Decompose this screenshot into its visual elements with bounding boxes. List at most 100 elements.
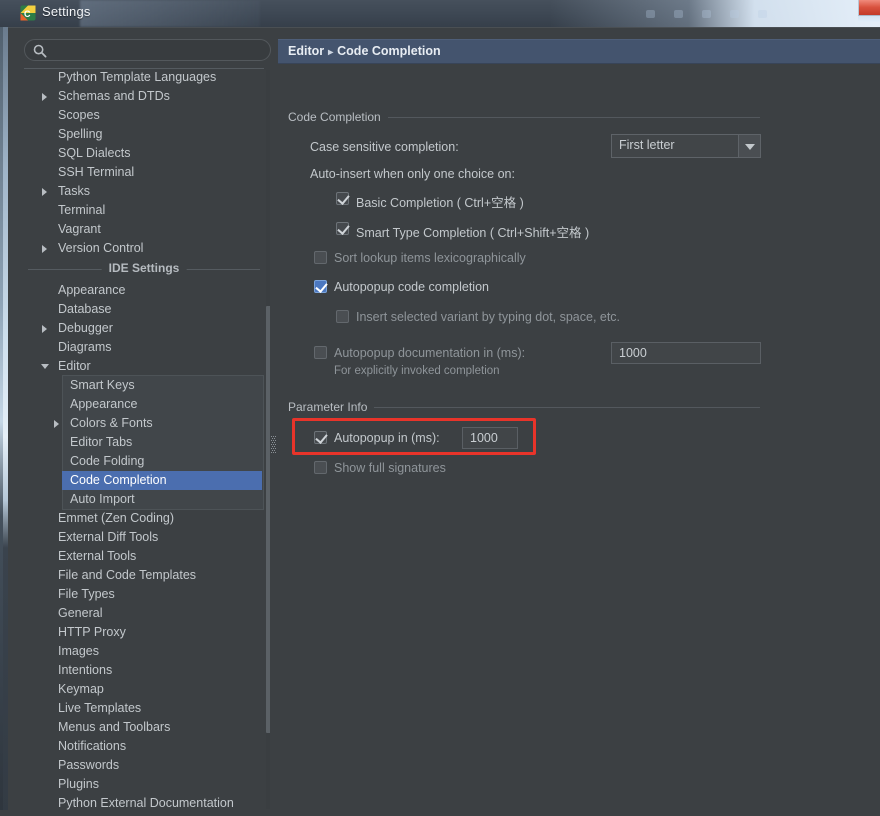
sidebar-item[interactable]: Schemas and DTDs bbox=[24, 87, 264, 106]
sidebar-item-label: Database bbox=[58, 302, 112, 316]
sidebar-item-label: External Diff Tools bbox=[58, 530, 159, 544]
sidebar-item-label: Spelling bbox=[58, 127, 103, 141]
desktop-edge-highlight bbox=[0, 27, 3, 816]
sidebar-item[interactable]: Debugger bbox=[24, 319, 264, 338]
chevron-right-icon[interactable] bbox=[42, 245, 47, 253]
sidebar-item[interactable]: Auto Import bbox=[62, 490, 262, 509]
sidebar-item[interactable]: Code Folding bbox=[62, 452, 262, 471]
sidebar-item-label: Colors & Fonts bbox=[70, 416, 153, 430]
sidebar-item-label: Smart Keys bbox=[70, 378, 135, 392]
sidebar-item-label: Menus and Toolbars bbox=[58, 720, 171, 734]
sidebar-item[interactable]: Version Control bbox=[24, 239, 264, 258]
breadcrumb-parent[interactable]: Editor bbox=[288, 44, 324, 58]
sidebar-item[interactable]: Live Templates bbox=[24, 699, 264, 718]
chevron-right-icon[interactable] bbox=[54, 420, 59, 428]
autopopup-documentation-checkbox[interactable] bbox=[314, 346, 327, 359]
sidebar-item-label: Intentions bbox=[58, 663, 113, 677]
autopopup-code-completion-label: Autopopup code completion bbox=[334, 280, 489, 294]
sidebar-item[interactable]: Plugins bbox=[24, 775, 264, 794]
autopopup-documentation-hint: For explicitly invoked completion bbox=[334, 365, 500, 377]
sidebar-item-label: Vagrant bbox=[58, 222, 101, 236]
chevron-down-icon[interactable] bbox=[41, 364, 49, 373]
sidebar-item[interactable]: Images bbox=[24, 642, 264, 661]
chevron-down-icon[interactable] bbox=[738, 135, 760, 157]
search-icon bbox=[33, 44, 47, 58]
sidebar-item-label: SQL Dialects bbox=[58, 146, 131, 160]
sidebar-item[interactable]: Smart Keys bbox=[62, 376, 262, 395]
sidebar-item[interactable]: Editor Tabs bbox=[62, 433, 262, 452]
sidebar-item[interactable]: Colors & Fonts bbox=[54, 414, 262, 433]
sidebar-item[interactable]: HTTP Proxy bbox=[24, 623, 264, 642]
basic-completion-label: Basic Completion ( Ctrl+空格 ) bbox=[356, 196, 524, 210]
parameter-autopopup-input[interactable]: 1000 bbox=[462, 427, 518, 449]
sidebar-item-label: Diagrams bbox=[58, 340, 112, 354]
sidebar-item[interactable]: Appearance bbox=[62, 395, 262, 414]
sidebar-item-label: Editor bbox=[58, 359, 91, 373]
pycharm-icon: C bbox=[20, 5, 36, 21]
svg-text:C: C bbox=[24, 9, 31, 19]
sidebar-item[interactable]: Terminal bbox=[24, 201, 264, 220]
sidebar-item-label: Code Folding bbox=[70, 454, 145, 468]
sidebar-item-label: Live Templates bbox=[58, 701, 142, 715]
group-label-code-completion: Code Completion bbox=[288, 110, 388, 124]
close-button[interactable] bbox=[858, 0, 880, 16]
show-full-signatures-checkbox[interactable] bbox=[314, 461, 327, 474]
sidebar-item[interactable]: SQL Dialects bbox=[24, 144, 264, 163]
sidebar-item[interactable]: Vagrant bbox=[24, 220, 264, 239]
sidebar-item-label: File and Code Templates bbox=[58, 568, 197, 582]
sidebar-item[interactable]: External Tools bbox=[24, 547, 264, 566]
breadcrumb: Editor ▸ Code Completion bbox=[288, 44, 441, 58]
autopopup-code-completion-checkbox[interactable] bbox=[314, 280, 327, 293]
title-bar-tab-ghost bbox=[80, 0, 260, 27]
sidebar-item-label: Tasks bbox=[58, 184, 90, 198]
sidebar-item-label: Python External Documentation bbox=[58, 796, 234, 810]
sidebar-item[interactable]: Scopes bbox=[24, 106, 264, 125]
autopopup-documentation-input[interactable]: 1000 bbox=[611, 342, 761, 364]
sidebar-item-label: Editor Tabs bbox=[70, 435, 133, 449]
sidebar-item[interactable]: Keymap bbox=[24, 680, 264, 699]
sidebar-item[interactable]: File Types bbox=[24, 585, 264, 604]
sidebar-item-label: Notifications bbox=[58, 739, 127, 753]
sidebar-item[interactable]: Spelling bbox=[24, 125, 264, 144]
sidebar-section-separator: IDE Settings bbox=[24, 258, 264, 280]
sidebar-item[interactable]: General bbox=[24, 604, 264, 623]
insert-selected-variant-label: Insert selected variant by typing dot, s… bbox=[356, 310, 621, 324]
sidebar-item-label: HTTP Proxy bbox=[58, 625, 126, 639]
sort-lookup-items-checkbox[interactable] bbox=[314, 251, 327, 264]
settings-sidebar: Python Template Languages Schemas and DTD… bbox=[16, 28, 275, 816]
sidebar-item[interactable]: Emmet (Zen Coding) bbox=[24, 509, 264, 528]
sidebar-item-label: Keymap bbox=[58, 682, 104, 696]
sidebar-item[interactable]: Editor bbox=[24, 357, 264, 376]
sidebar-item[interactable]: External Diff Tools bbox=[24, 528, 264, 547]
close-button-shadow bbox=[858, 16, 880, 22]
sidebar-item[interactable]: Appearance bbox=[24, 281, 264, 300]
sidebar-item[interactable]: SSH Terminal bbox=[24, 163, 264, 182]
sidebar-item-label: External Tools bbox=[58, 549, 137, 563]
sidebar-item[interactable]: Notifications bbox=[24, 737, 264, 756]
smart-type-completion-checkbox[interactable] bbox=[336, 222, 349, 235]
splitter-grip-icon bbox=[271, 436, 276, 456]
sidebar-item[interactable]: Diagrams bbox=[24, 338, 264, 357]
settings-dialog-body: Python Template Languages Schemas and DTD… bbox=[8, 27, 880, 816]
case-sensitive-completion-dropdown[interactable]: First letter bbox=[611, 134, 761, 158]
sidebar-item[interactable]: Menus and Toolbars bbox=[24, 718, 264, 737]
sidebar-item[interactable]: Tasks bbox=[24, 182, 264, 201]
sidebar-item[interactable]: Intentions bbox=[24, 661, 264, 680]
sidebar-item[interactable]: Passwords bbox=[24, 756, 264, 775]
sidebar-item[interactable]: Python Template Languages bbox=[24, 68, 264, 87]
settings-tree[interactable]: Python Template Languages Schemas and DTD… bbox=[24, 68, 264, 816]
sidebar-item[interactable]: Database bbox=[24, 300, 264, 319]
sidebar-item-label: Code Completion bbox=[70, 473, 167, 487]
chevron-right-icon[interactable] bbox=[42, 325, 47, 333]
chevron-right-icon[interactable] bbox=[42, 93, 47, 101]
search-box[interactable] bbox=[24, 39, 271, 61]
parameter-autopopup-checkbox[interactable] bbox=[314, 431, 327, 444]
insert-selected-variant-checkbox[interactable] bbox=[336, 310, 349, 323]
search-input[interactable] bbox=[51, 42, 263, 60]
chevron-right-icon[interactable] bbox=[42, 188, 47, 196]
sidebar-item-selected[interactable]: Code Completion bbox=[62, 471, 262, 490]
sidebar-item-label: Plugins bbox=[58, 777, 99, 791]
sidebar-item-label: Terminal bbox=[58, 203, 106, 217]
sidebar-item[interactable]: File and Code Templates bbox=[24, 566, 264, 585]
basic-completion-checkbox[interactable] bbox=[336, 192, 349, 205]
